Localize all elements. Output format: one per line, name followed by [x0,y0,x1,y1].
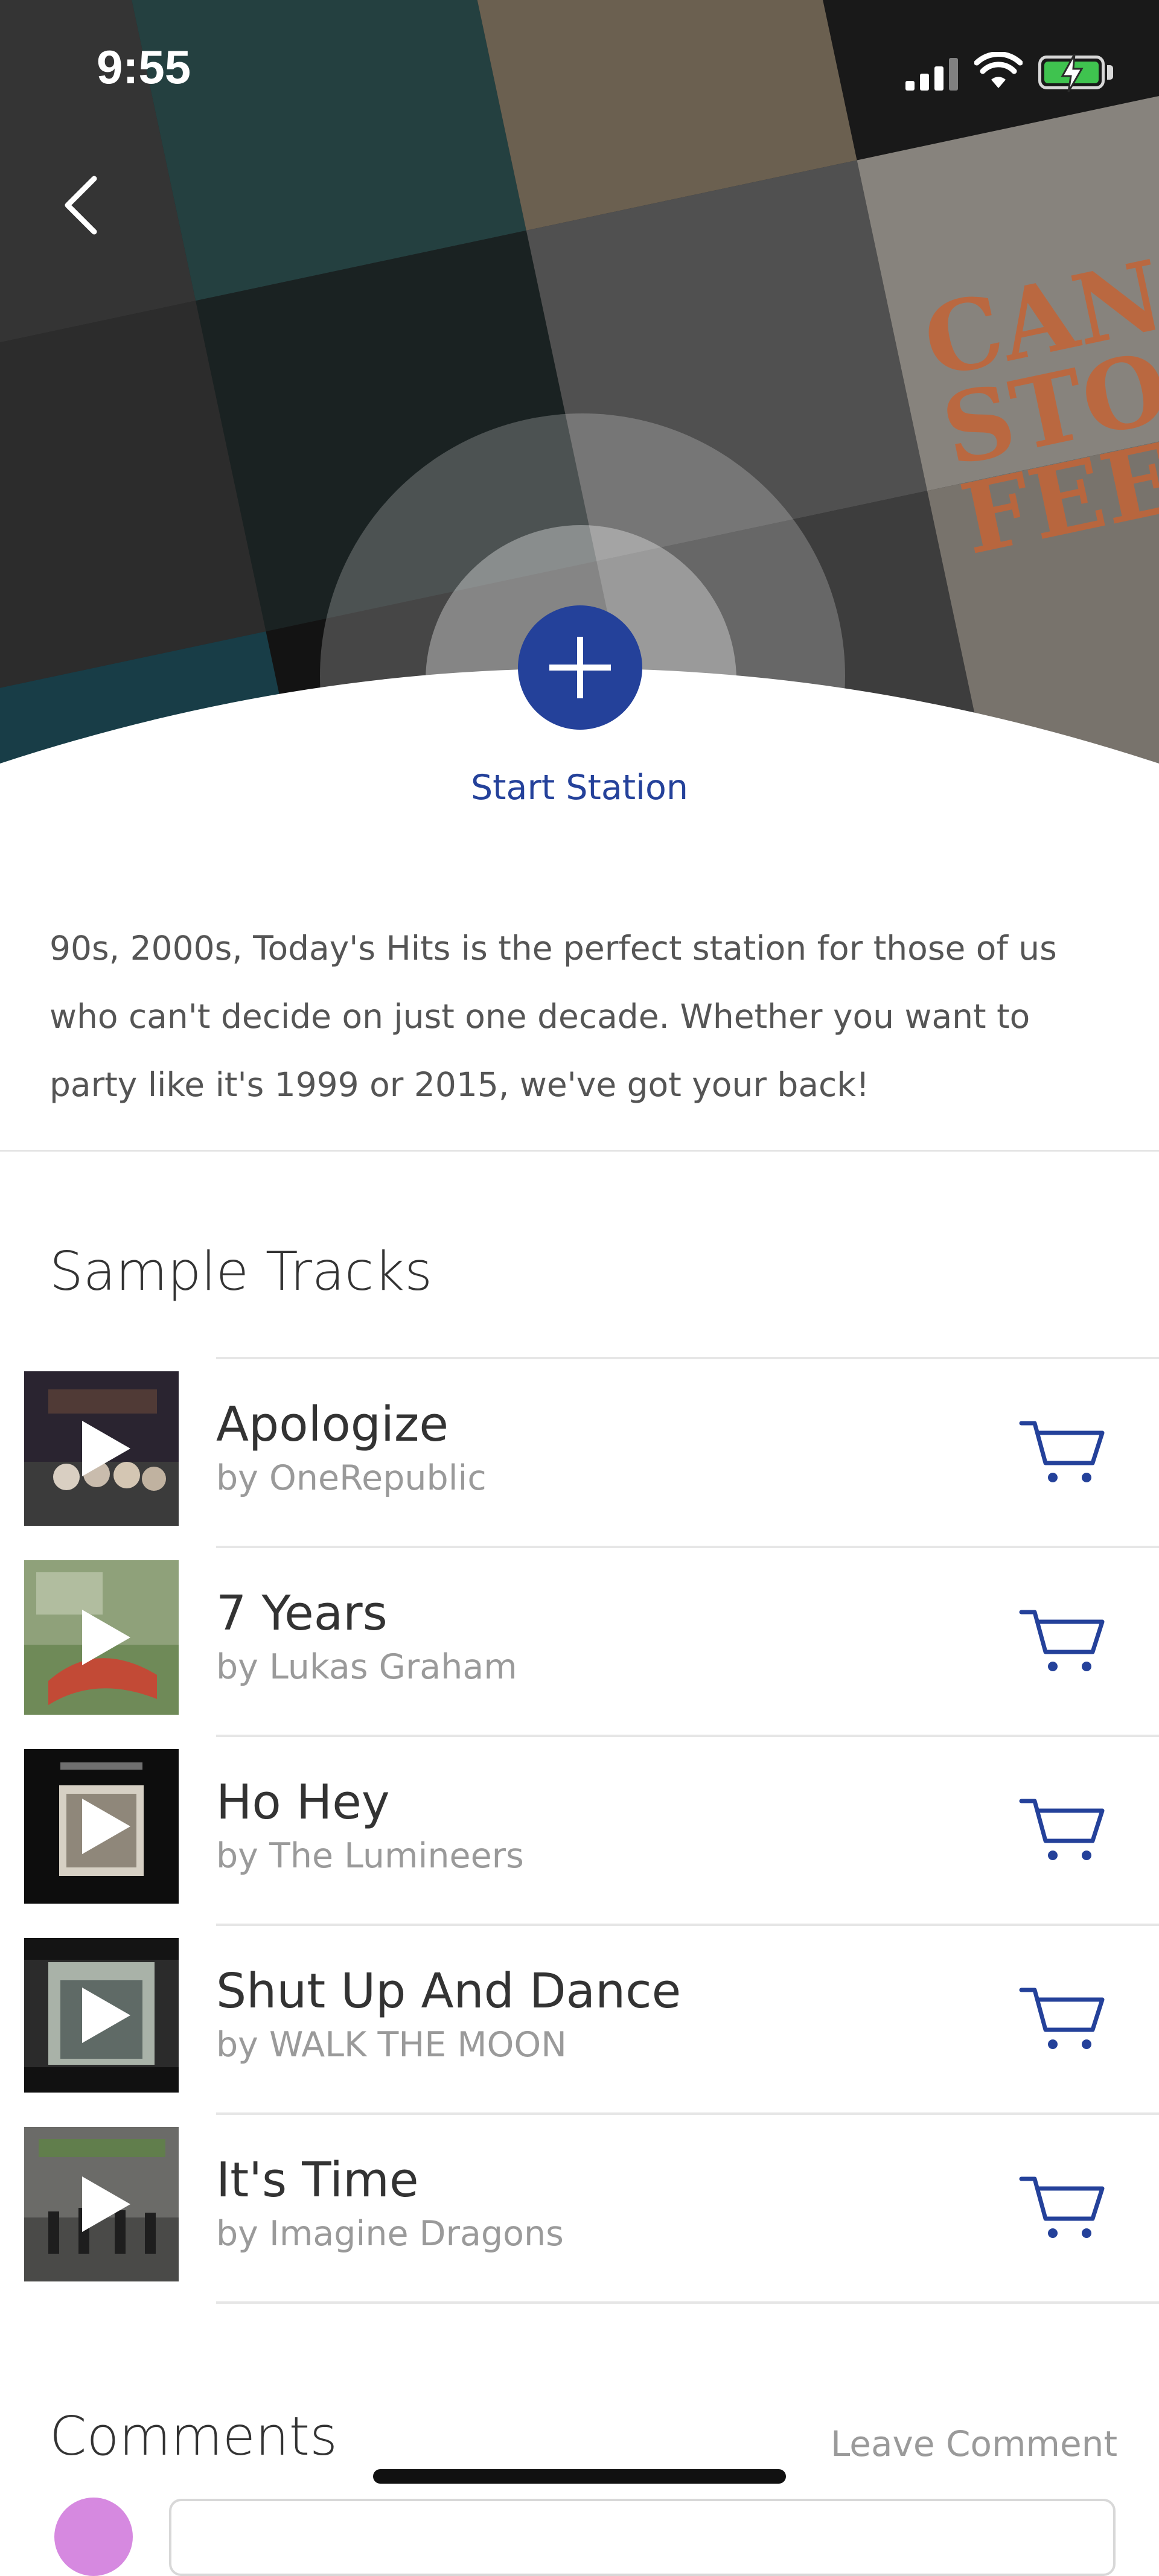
track-list: Apologize by OneRepublic 7 Years by Luka… [0,1357,1159,2304]
album-art-7-years[interactable] [24,1560,179,1715]
back-button[interactable] [54,169,109,241]
track-artist: by OneRepublic [216,1458,487,1498]
start-station-label[interactable]: Start Station [398,768,761,808]
track-row[interactable]: 7 Years by Lukas Graham [0,1546,1159,1735]
track-row[interactable]: Apologize by OneRepublic [0,1357,1159,1546]
track-artist: by Imagine Dragons [216,2214,564,2254]
album-art-apologize[interactable] [24,1371,179,1526]
charging-bolt-icon [1061,54,1084,92]
track-artist: by The Lumineers [216,1836,524,1876]
signal-icon [905,58,960,91]
track-row[interactable]: Shut Up And Dance by WALK THE MOON [0,1924,1159,2112]
battery-cap [1107,65,1113,80]
album-art-shut-up-and-dance[interactable] [24,1938,179,2093]
cart-icon[interactable] [1018,1415,1108,1487]
comment-input[interactable] [169,2499,1116,2576]
avatar [54,2498,133,2576]
album-art-ho-hey[interactable] [24,1749,179,1904]
track-title: Apologize [216,1397,449,1452]
station-description: 90s, 2000s, Today's Hits is the perfect … [49,929,1057,1104]
divider [0,1150,1159,1152]
leave-comment-link[interactable]: Leave Comment [831,2423,1117,2464]
cart-icon[interactable] [1018,1793,1108,1865]
comments-heading: Comments [49,2405,337,2467]
track-row[interactable]: Ho Hey by The Lumineers [0,1735,1159,1924]
status-time: 9:55 [97,40,191,94]
status-bar: 9:55 [0,0,1159,145]
cart-icon[interactable] [1018,1981,1108,2054]
wifi-icon [974,52,1023,88]
sample-tracks-heading: Sample Tracks [49,1240,433,1302]
start-station-button[interactable] [518,605,642,730]
track-artist: by Lukas Graham [216,1647,517,1687]
cart-icon[interactable] [1018,1604,1108,1676]
album-art-its-time[interactable] [24,2127,179,2281]
track-title: It's Time [216,2152,419,2208]
play-icon [82,1988,130,2043]
home-indicator[interactable] [373,2469,786,2484]
track-title: Ho Hey [216,1774,390,1830]
play-icon [82,1421,130,1476]
track-artist: by WALK THE MOON [216,2025,567,2065]
play-icon [82,1799,130,1854]
play-icon [82,1610,130,1665]
track-title: Shut Up And Dance [216,1963,682,2019]
play-icon [82,2176,130,2232]
plus-icon [549,637,611,698]
cart-icon[interactable] [1018,2170,1108,2243]
track-title: 7 Years [216,1586,388,1641]
track-row[interactable]: It's Time by Imagine Dragons [0,2112,1159,2304]
